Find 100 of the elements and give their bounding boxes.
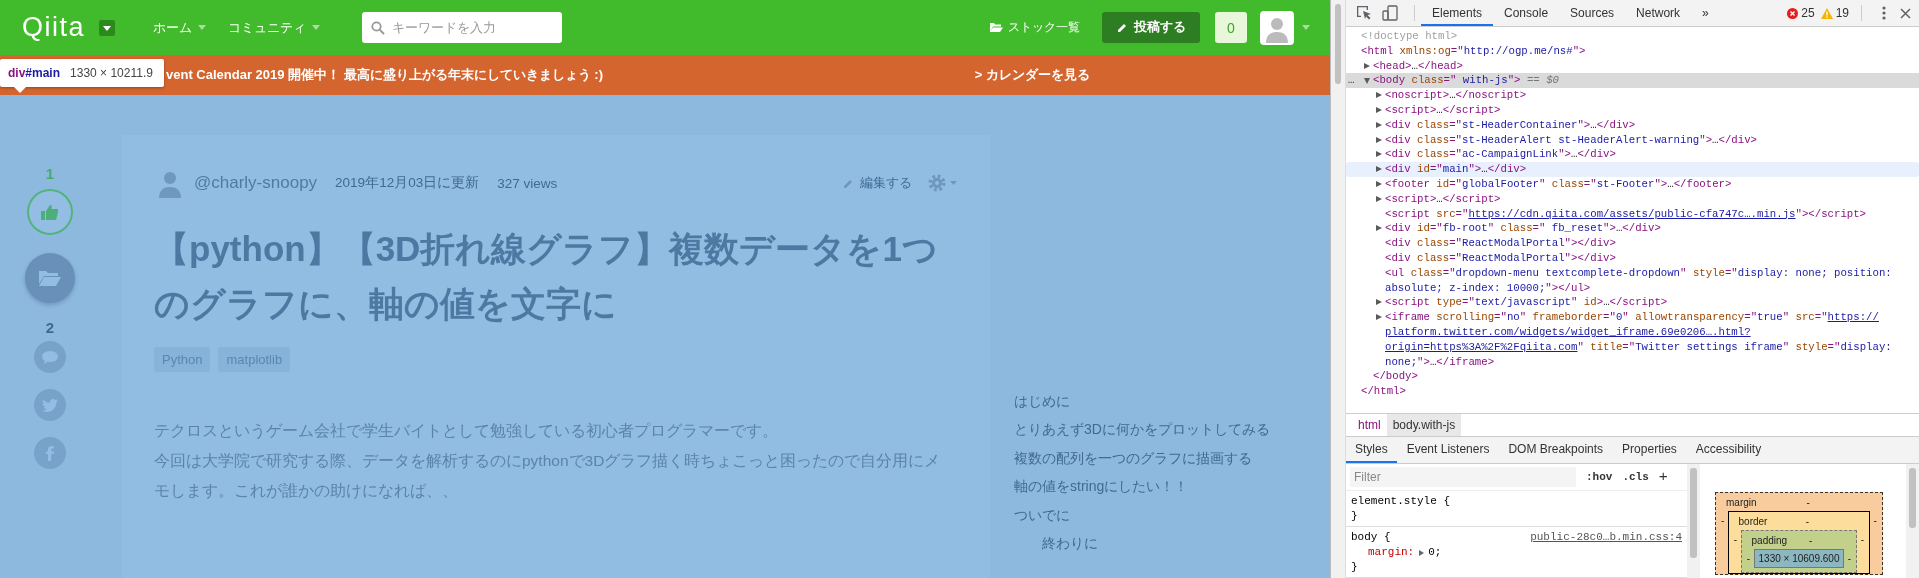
code-line: <script>…</script> [1385, 104, 1501, 116]
code-line: <div class="st-HeaderContainer">…</div> [1385, 118, 1636, 131]
triangle-icon[interactable] [1376, 166, 1382, 173]
view-count: 327 views [497, 175, 558, 191]
search-icon [371, 20, 386, 35]
panel-tab[interactable]: Properties [1613, 437, 1686, 463]
source-link[interactable]: public-28c0…b.min.css:4 [1530, 530, 1682, 545]
code-text: =" [1827, 340, 1841, 353]
panel-tab[interactable]: DOM Breakpoints [1499, 437, 1613, 463]
panel-tab[interactable]: Accessibility [1686, 437, 1771, 463]
caret-icon[interactable] [99, 19, 116, 36]
css-value: 0; [1428, 545, 1442, 560]
scrollbar-thumb[interactable] [1690, 468, 1697, 558]
tree-row[interactable]: <script>…</script> [1346, 191, 1919, 207]
triangle-icon[interactable] [1364, 78, 1370, 85]
code-text: <iframe [1385, 311, 1430, 324]
tree-row[interactable]: <div class="ReactModalPortal"></div> [1346, 250, 1919, 266]
code-text: no [1506, 311, 1520, 324]
thumbs-up-icon [41, 204, 59, 220]
triangle-icon[interactable] [1376, 92, 1382, 99]
code-text: scrolling [1435, 311, 1495, 324]
tree-row[interactable]: … <body class=" with-js"> == $0 [1346, 73, 1919, 89]
devtools-tab[interactable]: Console [1493, 0, 1560, 26]
link[interactable]: origin=https%3A%2F%2Fqiita.com [1385, 340, 1578, 353]
code-text: 0 [1615, 311, 1623, 324]
devtools-tab[interactable]: Sources [1559, 0, 1626, 26]
triangle-icon[interactable] [1376, 314, 1382, 321]
box-value: - [1806, 496, 1811, 508]
code-line: <body class=" with-js"> == $0 [1373, 74, 1559, 87]
link[interactable]: https://cdn.qiita.com/assets/public-cfa747c….min.js [1468, 207, 1796, 220]
close-icon[interactable] [1900, 7, 1911, 19]
breadcrumb[interactable]: html [1352, 414, 1387, 436]
triangle-icon[interactable] [1376, 136, 1382, 143]
code-text: true [1757, 311, 1783, 324]
triangle-icon[interactable] [1419, 549, 1425, 556]
tree-row[interactable]: <script>…</script> [1346, 103, 1919, 118]
triangle-icon[interactable] [1376, 225, 1382, 232]
speech-bubble-icon [42, 350, 58, 364]
tree-row[interactable]: <div class="ReactModalPortal"></div> [1346, 236, 1919, 251]
element-selector: div#main [8, 66, 61, 80]
triangle-icon[interactable] [1376, 107, 1382, 113]
more-options-icon[interactable] [1882, 6, 1886, 20]
article-title: 【python】【3D折れ線グラフ】複数データを1つのグラフに、軸の値を文字に [154, 228, 939, 325]
more-tabs-button[interactable]: » [1691, 0, 1720, 26]
tree-row[interactable]: <div class="st-HeaderContainer">…</div> [1346, 117, 1919, 133]
post-button[interactable]: 投稿する [1102, 12, 1200, 43]
devtools-tab[interactable]: Elements [1421, 0, 1494, 26]
scrollbar-thumb[interactable] [1335, 4, 1341, 84]
element-size: 1330 × 10211.9 [70, 66, 153, 80]
tree-row[interactable]: <div id="main">…</div> [1346, 162, 1919, 177]
link[interactable]: https:// [1827, 311, 1879, 324]
code-line: <div class="ac-CampaignLink">…</div> [1385, 148, 1616, 161]
box-value: - [1809, 534, 1814, 546]
code-line: <div class="st-HeaderAlert st-HeaderAlert-warning">…</div> [1385, 133, 1757, 146]
filter-field[interactable]: Filter [1350, 467, 1576, 487]
code-text: " [1782, 311, 1790, 324]
tree-row[interactable]: <noscript>…</noscript> [1346, 88, 1919, 103]
box-value: - [1859, 533, 1866, 545]
devtools-tab[interactable]: Network [1625, 0, 1692, 26]
search-field[interactable]: キーワードを入力 [362, 12, 563, 43]
hover-state-button[interactable]: :hov [1586, 471, 1613, 483]
link[interactable]: platform.twitter.com/widgets/widget_iframe.69e0206….html? [1385, 325, 1751, 338]
tree-row[interactable]: <footer id="globalFooter" class="st-Footer">…</footer> [1346, 176, 1919, 192]
folder-icon [990, 22, 1003, 33]
panel-tab[interactable]: Event Listeners [1397, 437, 1499, 463]
tree-row[interactable]: <html xmlns:og="http://ogp.me/ns#"> [1346, 43, 1919, 59]
triangle-icon[interactable] [1376, 121, 1382, 128]
code-text: =" [1814, 311, 1828, 324]
device-toolbar-icon[interactable] [1382, 5, 1398, 21]
calendar-link[interactable]: > カレンダーを見る [974, 66, 1090, 84]
error-icon[interactable] [1787, 7, 1799, 19]
inspect-icon[interactable] [1356, 5, 1372, 21]
triangle-icon[interactable] [1376, 180, 1382, 187]
updated-date: 2019年12月03日に更新 [335, 174, 480, 192]
tree-row[interactable]: <div id="fb-root" class=" fb_reset">…</div> [1346, 221, 1919, 237]
tree-row[interactable]: <script type="text/javascript" id>…</script> [1346, 295, 1919, 311]
triangle-icon[interactable] [1376, 299, 1382, 306]
box-value: - [1732, 533, 1739, 545]
add-rule-button[interactable]: + [1658, 468, 1668, 486]
facebook-icon [46, 445, 54, 461]
breadcrumb[interactable]: body.with-js [1386, 414, 1462, 436]
ellipsis-marker[interactable]: … [1348, 73, 1355, 89]
code-text: =" [1744, 311, 1758, 324]
scrollbar-thumb[interactable] [1909, 468, 1916, 528]
code-line: none;">…</iframe> [1385, 355, 1495, 368]
tree-row[interactable]: <div class="st-HeaderAlert st-HeaderAlert-warning">…</div> [1346, 132, 1919, 148]
code-text: =" [1603, 311, 1616, 324]
tree-row[interactable]: <iframe scrolling="no" frameborder="0" allowtransparency="true" src="https:// [1346, 310, 1919, 325]
bird-icon [42, 398, 58, 412]
code-line: <script type="text/javascript" id>…</script> [1385, 296, 1668, 309]
triangle-icon[interactable] [1376, 195, 1382, 202]
class-button[interactable]: .cls [1622, 471, 1649, 483]
tree-row[interactable]: <ul class="dropdown-menu textcomplete-dropdown" style="display: none; position: [1346, 265, 1919, 281]
tree-row[interactable]: <script src="https://cdn.qiita.com/assets/public-cfa747c….min.js"></script> [1346, 206, 1919, 222]
code-line: <div id="main">…</div> [1385, 163, 1527, 176]
code-text: display: [1840, 340, 1892, 353]
code-line: <ul class="dropdown-menu textcomplete-dropdown" style="display: none; position: [1385, 266, 1892, 279]
error-count: 25 [1801, 6, 1815, 20]
panel-tab[interactable]: Styles [1346, 437, 1397, 463]
box-value: - [1846, 552, 1853, 564]
